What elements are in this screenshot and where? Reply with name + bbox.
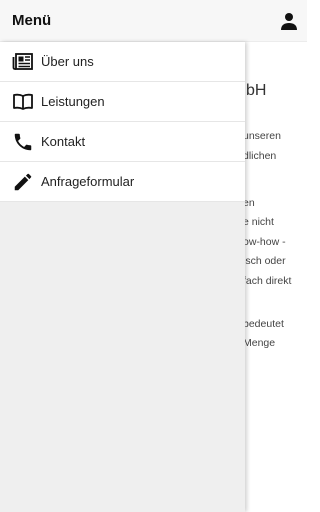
menu-item-ueber-uns[interactable]: Über uns (0, 42, 245, 82)
background-text-line: unseren (243, 130, 281, 142)
menu-title: Menü (12, 12, 52, 29)
person-icon[interactable] (279, 11, 299, 31)
newspaper-icon (12, 51, 34, 73)
background-text-line: ow-how - (243, 236, 286, 248)
menu-item-kontakt[interactable]: Kontakt (0, 122, 245, 162)
phone-icon (12, 131, 34, 153)
background-text-line: e nicht (243, 216, 274, 228)
background-text-line: fach direkt (243, 275, 292, 287)
menu-item-anfrageformular[interactable]: Anfrageformular (0, 162, 245, 202)
background-text-line: dlichen (243, 150, 277, 162)
page: bH unseren dlichen en e nicht ow-how - i… (0, 0, 307, 512)
app-header: Menü (0, 0, 307, 42)
menu-item-label: Leistungen (41, 94, 105, 109)
background-heading: bH (246, 82, 267, 99)
navigation-drawer: Über uns Leistungen Kontakt Anfrageformu… (0, 42, 245, 512)
background-text-line: bedeutet (243, 318, 284, 330)
background-text-line: isch oder (243, 255, 286, 267)
menu-item-leistungen[interactable]: Leistungen (0, 82, 245, 122)
pencil-icon (12, 171, 34, 193)
book-icon (12, 91, 34, 113)
menu-item-label: Anfrageformular (41, 174, 135, 189)
menu-item-label: Über uns (41, 54, 94, 69)
menu-item-label: Kontakt (41, 134, 86, 149)
background-text-line: Menge (243, 337, 276, 349)
menu-list: Über uns Leistungen Kontakt Anfrageformu… (0, 42, 245, 202)
